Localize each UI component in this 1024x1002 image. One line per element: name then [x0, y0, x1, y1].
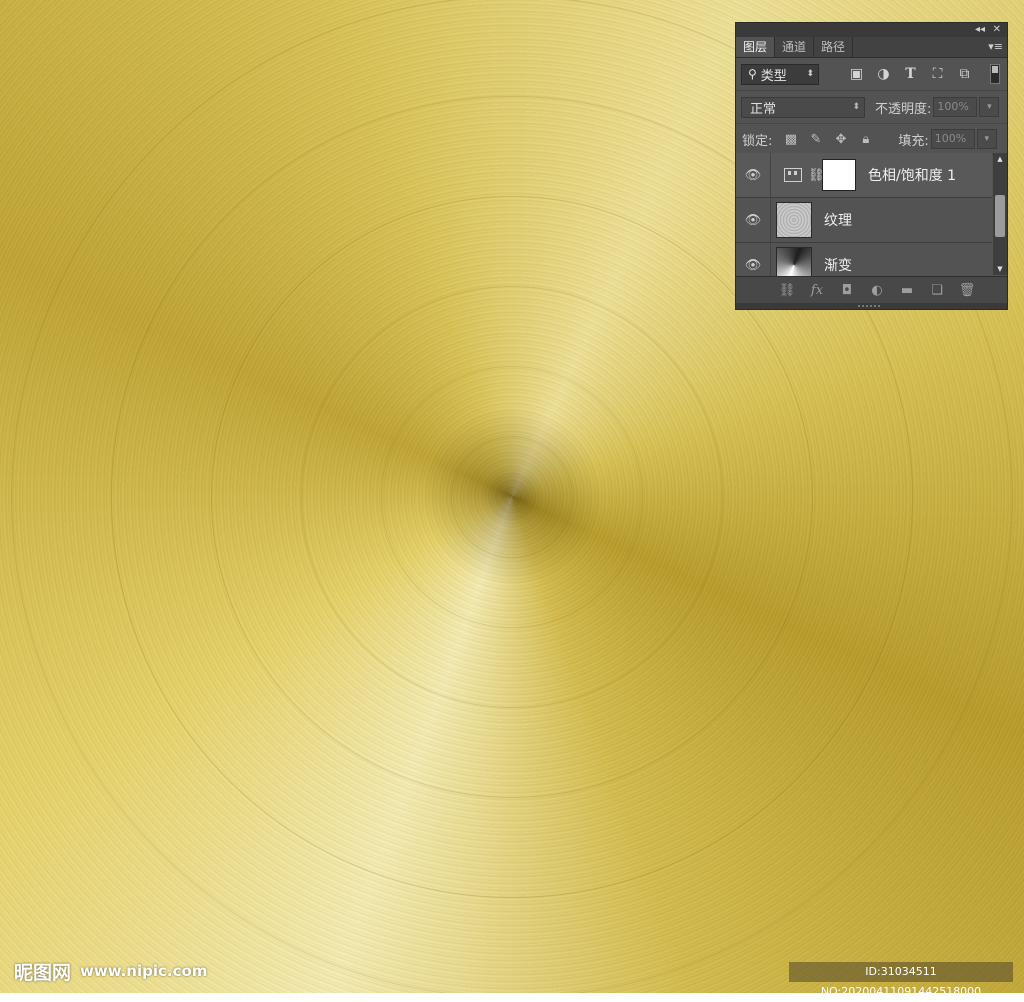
trash-icon[interactable]: 🗑︎: [952, 283, 982, 298]
opacity-dropdown-button[interactable]: ▾: [979, 97, 1000, 117]
close-icon[interactable]: ✕: [993, 23, 1001, 37]
image-id-strip: ID:31034511 NO:20200411091442518000: [789, 962, 1013, 998]
filter-kind-label: 类型: [760, 68, 787, 84]
link-layers-icon[interactable]: ⛓︎: [772, 283, 802, 298]
updown-arrow-icon: ⬍: [806, 69, 814, 79]
tab-paths[interactable]: 路径: [814, 37, 854, 57]
scroll-up-icon[interactable]: ▲: [993, 155, 1007, 163]
layer-name[interactable]: 纹理: [824, 210, 852, 230]
fx-icon[interactable]: fx: [802, 283, 832, 298]
fill-field[interactable]: 100%: [930, 129, 975, 149]
fill-dropdown-button[interactable]: ▾: [976, 129, 997, 149]
adjustment-layer-icon: [784, 168, 802, 182]
layer-row-hue-saturation[interactable]: 👁︎ ⛓︎ 色相/饱和度 1: [736, 153, 992, 198]
panel-menu-icon[interactable]: ▾≡: [988, 37, 1003, 57]
opacity-field[interactable]: 100%: [933, 97, 978, 117]
lock-label: 锁定:: [742, 133, 773, 149]
opacity-label: 不透明度:: [875, 101, 932, 117]
blend-mode-select[interactable]: 正常 ⬍: [741, 96, 865, 118]
lock-transparency-icon[interactable]: ▩: [778, 132, 803, 147]
new-layer-icon[interactable]: ❏: [922, 283, 952, 298]
layer-name[interactable]: 色相/饱和度 1: [868, 165, 956, 185]
layer-row-texture[interactable]: 👁︎ 纹理: [736, 198, 992, 243]
collapse-icon[interactable]: ◂◂: [975, 23, 985, 37]
layer-thumbnail[interactable]: [776, 202, 812, 238]
panel-tabs: 图层 通道 路径 ▾≡: [736, 37, 1007, 58]
lock-position-icon[interactable]: ✥: [828, 132, 853, 147]
scrollbar-thumb[interactable]: [995, 195, 1005, 237]
layer-name[interactable]: 渐变: [824, 255, 852, 275]
layer-mask-thumbnail[interactable]: [822, 159, 856, 191]
scroll-down-icon[interactable]: ▼: [993, 265, 1007, 273]
eye-icon[interactable]: 👁︎: [736, 198, 771, 242]
type-filter-icon[interactable]: T: [897, 66, 924, 82]
shape-filter-icon[interactable]: ⛶: [924, 66, 951, 82]
lock-all-icon[interactable]: 🔒︎: [853, 132, 878, 147]
watermark-url: www.nipic.com: [80, 962, 208, 980]
link-icon[interactable]: ⛓︎: [808, 168, 825, 183]
adjustment-filter-icon[interactable]: ◑: [870, 66, 897, 82]
pixel-filter-icon[interactable]: ▣: [843, 66, 870, 82]
panel-title-bar: ◂◂ ✕: [736, 23, 1007, 37]
filter-row: ⚲ 类型 ⬍ ▣ ◑ T ⛶ ⧉: [736, 58, 1007, 91]
updown-arrow-icon: ⬍: [852, 102, 860, 112]
blend-mode-label: 正常: [750, 101, 777, 117]
layers-list: 👁︎ ⛓︎ 色相/饱和度 1 👁︎ 纹理 👁︎ 渐变: [736, 153, 992, 288]
add-mask-icon[interactable]: ◘: [832, 283, 862, 298]
search-icon: ⚲: [748, 67, 757, 81]
blend-row: 正常 ⬍ 不透明度: 100% ▾: [736, 91, 1007, 124]
watermark-logo: 昵图网: [14, 962, 72, 984]
layers-scrollbar[interactable]: ▲ ▼: [993, 153, 1007, 275]
smart-object-filter-icon[interactable]: ⧉: [951, 66, 978, 82]
panel-bottom-bar: ⛓︎ fx ◘ ◐ ▬ ❏ 🗑︎: [736, 276, 1007, 303]
new-group-icon[interactable]: ▬: [892, 283, 922, 298]
lock-pixels-icon[interactable]: ✎: [803, 132, 828, 147]
layers-panel: ◂◂ ✕ 图层 通道 路径 ▾≡ ⚲ 类型 ⬍ ▣ ◑ T ⛶ ⧉ 正常 ⬍ 不…: [735, 22, 1008, 310]
panel-resize-grip[interactable]: [736, 303, 1007, 309]
new-adjustment-icon[interactable]: ◐: [862, 283, 892, 298]
fill-label: 填充:: [898, 133, 929, 149]
filter-icons: ▣ ◑ T ⛶ ⧉: [843, 66, 978, 82]
lock-row: 锁定: ▩ ✎ ✥ 🔒︎ 填充: 100% ▾: [736, 124, 1007, 155]
filter-toggle[interactable]: [990, 64, 1000, 84]
lock-icons: ▩ ✎ ✥ 🔒︎: [778, 132, 878, 147]
filter-kind-select[interactable]: ⚲ 类型 ⬍: [741, 63, 819, 85]
eye-icon[interactable]: 👁︎: [736, 153, 771, 197]
tab-layers[interactable]: 图层: [736, 37, 776, 57]
tab-channels[interactable]: 通道: [775, 37, 815, 57]
